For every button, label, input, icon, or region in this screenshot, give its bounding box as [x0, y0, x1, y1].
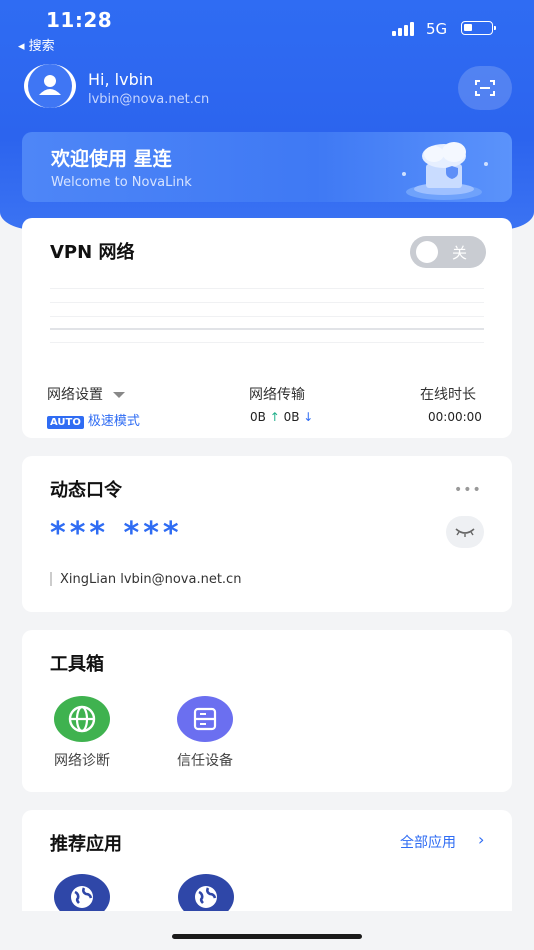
status-time: 11:28 [46, 8, 113, 32]
tool-label: 网络诊断 [54, 753, 110, 769]
otp-title: 动态口令 [50, 480, 122, 501]
chevron-right-icon[interactable]: › [478, 830, 484, 849]
network-type: 5G [426, 20, 448, 38]
battery-icon [461, 21, 496, 35]
online-label: 在线时长 [420, 387, 476, 403]
banner-title: 欢迎使用 星连 [51, 148, 172, 170]
upload-value: 0B [250, 410, 266, 424]
chart-baseline [50, 328, 484, 330]
tool-label: 信任设备 [177, 753, 233, 769]
status-bar: 11:28 ◂ 搜索 5G [0, 0, 534, 60]
app-globe-icon[interactable] [54, 874, 110, 911]
tool-trusted-devices[interactable]: 信任设备 [163, 696, 247, 770]
online-time: 00:00:00 [428, 410, 482, 424]
back-link[interactable]: ◂ 搜索 [18, 35, 55, 54]
welcome-banner[interactable]: 欢迎使用 星连 Welcome to NovaLink [22, 132, 512, 202]
transfer-values: 0B ↑ 0B ↓ [250, 410, 313, 424]
user-icon [28, 64, 72, 108]
download-value: 0B [283, 410, 300, 424]
recommended-card: 推荐应用 全部应用 › [22, 810, 512, 911]
account-divider [50, 572, 52, 586]
vpn-toggle[interactable]: 关 [410, 236, 486, 268]
toggle-label: 关 [452, 244, 468, 262]
upload-arrow-icon: ↑ [269, 410, 280, 424]
user-greeting: Hi, lvbin [88, 70, 154, 89]
otp-card: 动态口令 ••• *** *** XingLian lvbin@nova.net… [22, 456, 512, 612]
otp-account: XingLian lvbin@nova.net.cn [60, 572, 242, 587]
network-mode[interactable]: AUTO 极速模式 [47, 410, 140, 429]
eye-closed-icon [455, 528, 475, 537]
scan-button[interactable] [458, 66, 512, 110]
mode-text: 极速模式 [87, 414, 140, 429]
chevron-down-icon [113, 392, 126, 398]
globe-icon [54, 696, 110, 742]
avatar[interactable] [24, 64, 76, 108]
toolbox-title: 工具箱 [50, 654, 104, 675]
tool-network-diagnosis[interactable]: 网络诊断 [40, 696, 124, 770]
transfer-label: 网络传输 [249, 387, 305, 403]
auto-badge: AUTO [47, 416, 84, 429]
chart-grid-line [50, 316, 484, 317]
download-arrow-icon: ↓ [303, 410, 314, 424]
chart-grid-line [50, 302, 484, 303]
network-settings-dropdown[interactable]: 网络设置 [47, 384, 126, 404]
scan-icon [475, 80, 495, 96]
recommended-title: 推荐应用 [50, 834, 122, 855]
signal-icon [392, 22, 414, 36]
user-email: lvbin@nova.net.cn [88, 92, 210, 107]
network-settings-label: 网络设置 [47, 387, 103, 403]
banner-subtitle: Welcome to NovaLink [51, 175, 192, 190]
vpn-title: VPN 网络 [50, 242, 135, 263]
toolbox-card: 工具箱 网络诊断 信任设备 [22, 630, 512, 792]
all-apps-link[interactable]: 全部应用 [400, 832, 456, 852]
toggle-visibility-button[interactable] [446, 516, 484, 548]
home-indicator[interactable] [172, 934, 362, 939]
toggle-knob [416, 241, 438, 263]
chart-grid-line [50, 288, 484, 289]
app-globe-icon[interactable] [178, 874, 234, 911]
chart-grid-line [50, 342, 484, 343]
otp-code: *** *** [50, 516, 183, 551]
vpn-card: VPN 网络 关 网络设置 AUTO 极速模式 网络传输 0B ↑ 0B ↓ 在线… [22, 218, 512, 438]
device-icon [177, 696, 233, 742]
cloud-illustration-icon [402, 142, 488, 200]
more-options-icon[interactable]: ••• [454, 482, 482, 498]
